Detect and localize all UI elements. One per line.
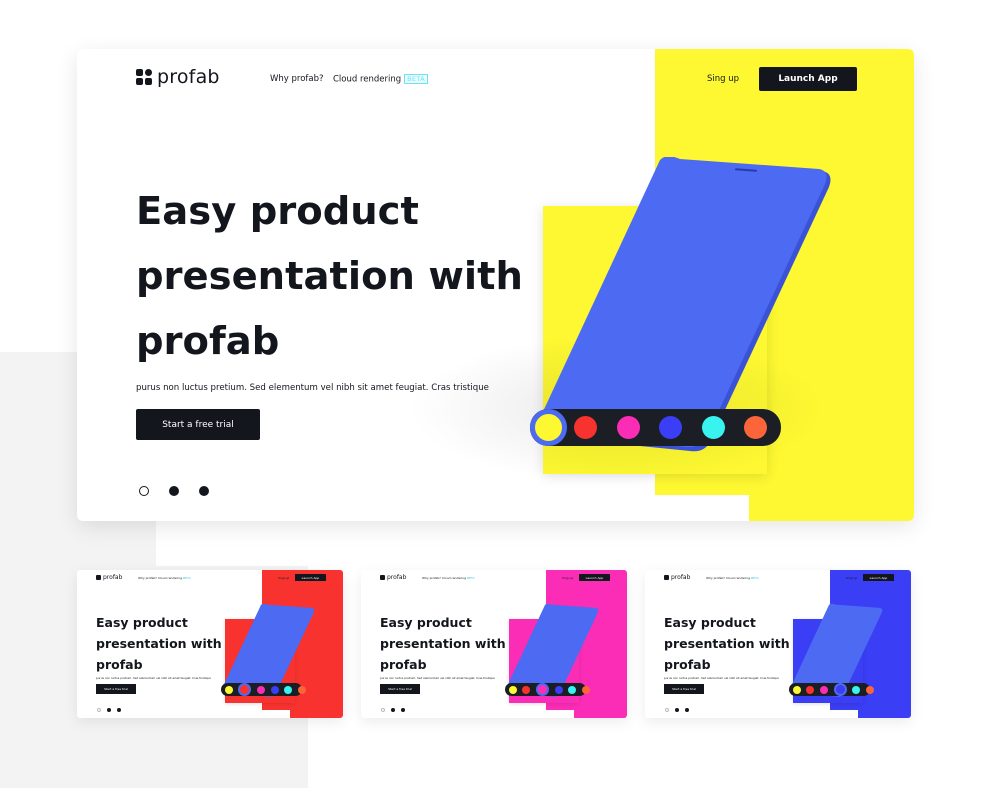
mini-logo-icon [380,575,385,580]
mini-color-swatch-yellow[interactable] [508,685,517,694]
mini-hero-subtitle: purus non luctus pretium. Sed elementum … [380,676,495,680]
mini-color-swatch-blue[interactable] [833,683,847,696]
mini-nav-why-profab: Why profab? [422,576,441,580]
mini-slider-dots [381,708,405,712]
mini-color-swatch-orange[interactable] [297,685,306,694]
mini-logo-icon [664,575,669,580]
mini-nav-why-profab: Why profab? [138,576,157,580]
mini-signup-link: Sing up [562,576,574,580]
mini-hero-title: Easy product presentation with profab [664,615,790,672]
slider-dot-2[interactable] [169,486,179,496]
mini-logo: profab [664,574,690,581]
variant-card-red[interactable]: profab Why profab? Cloud rendering BETA Sin… [77,570,343,718]
mini-color-swatch-yellow[interactable] [792,685,801,694]
mini-launch-app-button: Launch App [863,574,894,581]
color-swatch-orange[interactable] [744,416,767,439]
mini-slider-dots [665,708,689,712]
mini-accent-panel-lower [290,710,343,718]
mini-color-swatch-cyan[interactable] [568,685,577,694]
slider-dot-3[interactable] [199,486,209,496]
hero-title: Easy product presentation with profab [136,179,523,374]
mini-signup-link: Sing up [846,576,858,580]
nav-cloud-rendering-label: Cloud rendering [333,74,402,85]
hero-subtitle: purus non luctus pretium. Sed elementum … [136,383,489,393]
signup-link[interactable]: Sing up [707,74,739,84]
mini-color-swatch-bar [221,683,306,696]
mini-start-trial-button: Start a free trial [380,684,420,694]
mini-logo-wordmark: profab [387,574,407,581]
launch-app-button[interactable]: Launch App [759,67,857,91]
beta-badge: BETA [404,74,428,84]
mini-color-swatch-blue[interactable] [270,685,279,694]
mini-nav-cloud-rendering: Cloud rendering BETA [158,576,191,580]
mini-launch-app-button: Launch App [295,574,326,581]
mini-color-swatch-pink[interactable] [819,685,828,694]
nav-cloud-rendering[interactable]: Cloud rendering BETA [333,74,428,85]
mini-logo: profab [380,574,406,581]
mini-color-swatch-red[interactable] [238,683,252,696]
logo-wordmark: profab [157,66,220,88]
mini-color-swatch-blue[interactable] [554,685,563,694]
mini-color-swatch-orange[interactable] [865,685,874,694]
color-swatch-yellow[interactable] [530,409,567,446]
color-swatch-pink[interactable] [616,416,640,439]
mini-color-swatch-pink[interactable] [256,685,265,694]
nav-why-profab[interactable]: Why profab? [270,74,324,84]
mini-hero-title: Easy product presentation with profab [380,615,506,672]
mini-color-swatch-cyan[interactable] [852,685,861,694]
mini-hero-title: Easy product presentation with profab [96,615,222,672]
mini-color-swatch-red[interactable] [522,685,531,694]
mini-color-swatch-bar [505,683,590,696]
accent-panel-lower [749,495,914,521]
main-landing-mockup: profab Why profab? Cloud rendering BETA S… [77,49,914,521]
logo[interactable]: profab [136,66,220,88]
start-trial-button[interactable]: Start a free trial [136,409,260,440]
mini-nav-cloud-rendering: Cloud rendering BETA [442,576,475,580]
mini-logo-wordmark: profab [103,574,123,581]
mini-slider-dots [97,708,121,712]
mini-start-trial-button: Start a free trial [96,684,136,694]
hero-title-line-2: presentation with [136,254,523,299]
mini-color-swatch-cyan[interactable] [284,685,293,694]
mini-signup-link: Sing up [278,576,290,580]
mini-color-swatch-yellow[interactable] [224,685,233,694]
variant-card-blue[interactable]: profab Why profab? Cloud rendering BETA Sin… [645,570,911,718]
mini-logo-wordmark: profab [671,574,691,581]
slider-dots [139,486,209,496]
mini-nav-why-profab: Why profab? [706,576,725,580]
mini-color-swatch-bar [789,683,874,696]
hero-title-line-3: profab [136,319,280,364]
slider-dot-1[interactable] [139,486,149,496]
mini-accent-panel-lower [858,710,911,718]
mini-nav-cloud-rendering: Cloud rendering BETA [726,576,759,580]
color-swatch-blue[interactable] [659,416,682,439]
mini-accent-panel-lower [574,710,627,718]
color-swatch-red[interactable] [574,416,597,439]
logo-icon [136,69,152,85]
mini-launch-app-button: Launch App [579,574,610,581]
mini-logo-icon [96,575,101,580]
mini-color-swatch-pink[interactable] [535,683,549,696]
mini-logo: profab [96,574,122,581]
mini-start-trial-button: Start a free trial [664,684,704,694]
hero-title-line-1: Easy product [136,189,419,234]
mini-hero-subtitle: purus non luctus pretium. Sed elementum … [96,676,211,680]
mini-color-swatch-orange[interactable] [581,685,590,694]
mini-hero-subtitle: purus non luctus pretium. Sed elementum … [664,676,779,680]
mini-color-swatch-red[interactable] [806,685,815,694]
variant-card-pink[interactable]: profab Why profab? Cloud rendering BETA Sin… [361,570,627,718]
color-swatch-cyan[interactable] [701,416,725,439]
color-swatch-bar [530,409,781,446]
